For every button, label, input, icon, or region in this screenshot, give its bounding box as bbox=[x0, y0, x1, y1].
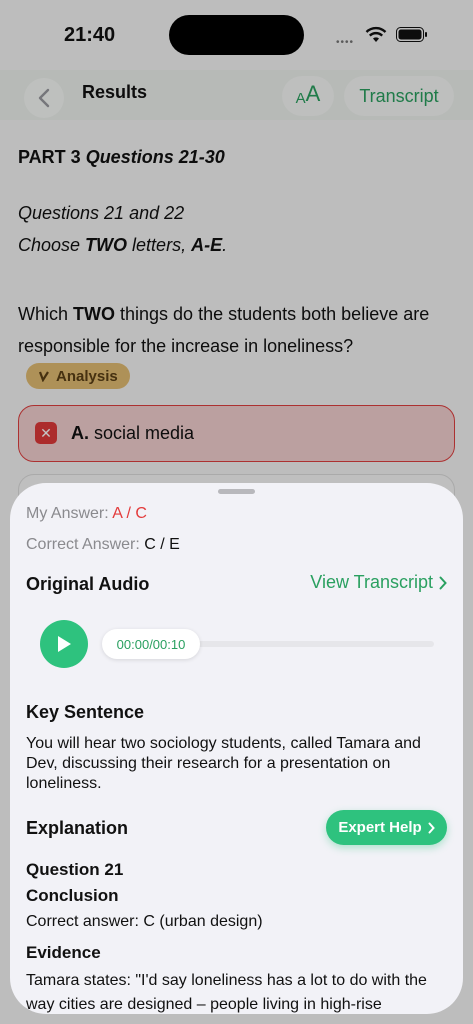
my-answer-label: My Answer: bbox=[26, 505, 113, 522]
evidence-title: Evidence bbox=[26, 943, 101, 962]
my-answer-value: A / C bbox=[112, 505, 147, 522]
correct-answer-row: Correct Answer: C / E bbox=[26, 536, 180, 554]
conclusion-title: Conclusion bbox=[26, 886, 119, 905]
correct-answer-label: Correct Answer: bbox=[26, 536, 145, 553]
explanation-title: Explanation bbox=[26, 818, 129, 838]
view-transcript-link[interactable]: View Transcript bbox=[310, 572, 447, 593]
expert-help-label: Expert Help bbox=[338, 819, 422, 836]
correct-answer-value: C / E bbox=[144, 536, 180, 553]
audio-time[interactable]: 00:00/00:10 bbox=[102, 629, 200, 659]
play-icon bbox=[58, 636, 71, 652]
original-audio-title: Original Audio bbox=[26, 574, 150, 594]
play-button[interactable] bbox=[40, 620, 88, 668]
key-sentence-title: Key Sentence bbox=[26, 702, 145, 722]
answer-sheet: My Answer: A / C Correct Answer: C / E O… bbox=[10, 483, 463, 1014]
expert-help-button[interactable]: Expert Help bbox=[326, 810, 447, 845]
question-21-title: Question 21 bbox=[26, 860, 124, 879]
my-answer-row: My Answer: A / C bbox=[26, 505, 147, 523]
correct-answer-text: Correct answer: C (urban design) bbox=[26, 913, 263, 930]
sheet-grabber[interactable] bbox=[218, 489, 255, 494]
chevron-right-icon bbox=[428, 822, 435, 833]
key-sentence-text: You will hear two sociology students, ca… bbox=[26, 735, 421, 792]
view-transcript-label: View Transcript bbox=[310, 572, 433, 592]
chevron-right-icon bbox=[439, 576, 447, 589]
evidence-text: Tamara states: "I'd say loneliness has a… bbox=[26, 972, 427, 1013]
